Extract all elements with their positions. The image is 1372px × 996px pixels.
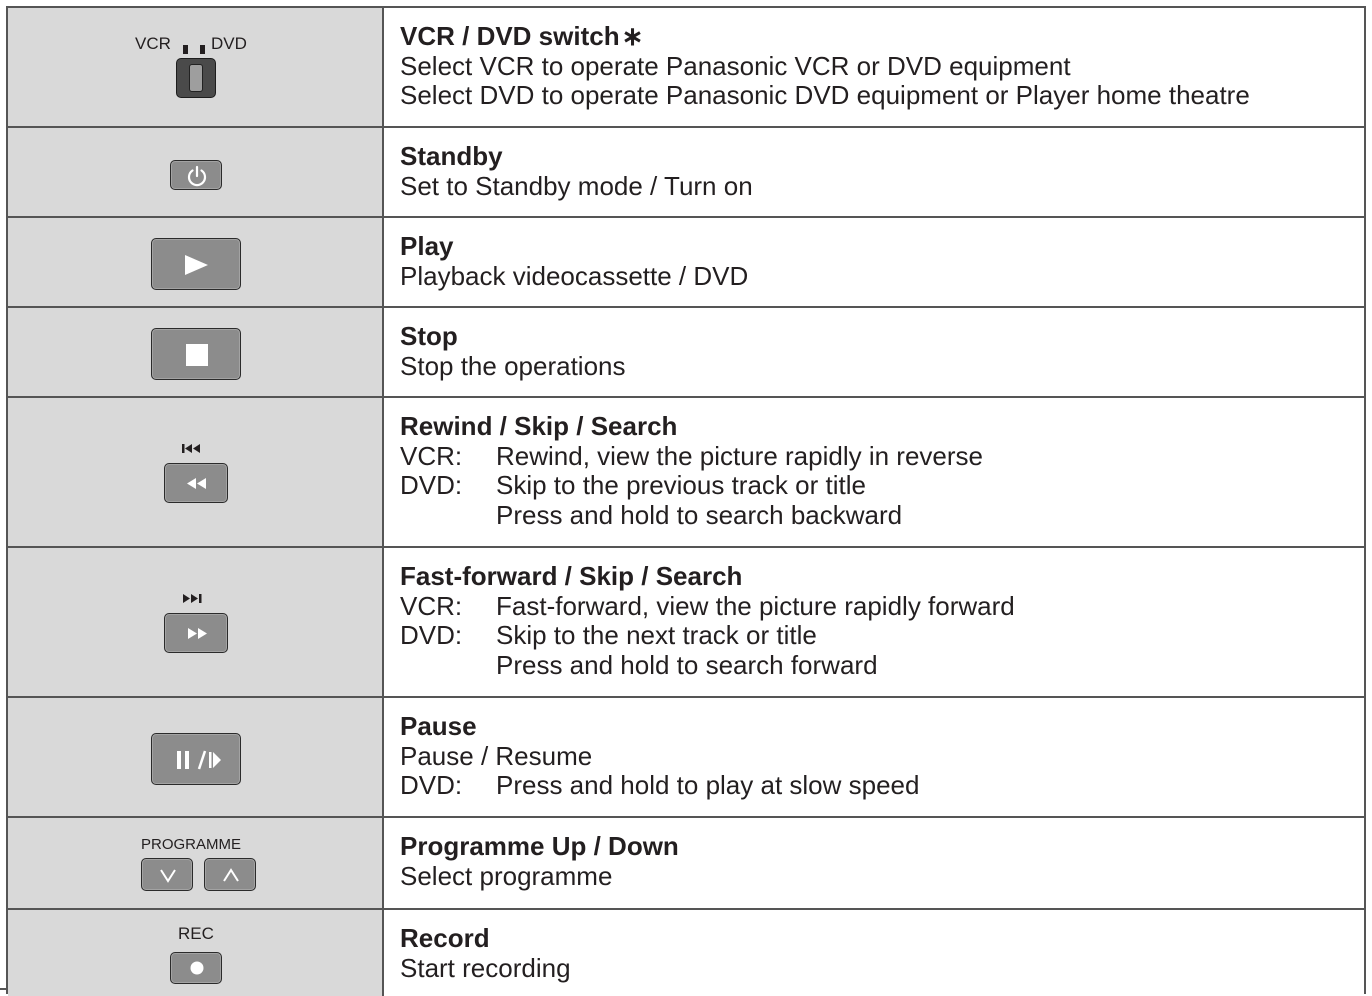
row-text: Press and hold to play at slow speed <box>496 770 920 800</box>
pause-button[interactable] <box>151 733 241 785</box>
row-title: Rewind / Skip / Search <box>400 411 678 441</box>
record-button[interactable] <box>170 952 222 984</box>
power-icon <box>187 165 207 187</box>
icon-cell: REC <box>8 910 384 996</box>
row-title: Stop <box>400 321 458 351</box>
row-text: Skip to the next track or title <box>496 620 817 650</box>
table-row: Fast-forward / Skip / Search VCR: Fast-fo… <box>8 548 1364 698</box>
asterisk-note-mark: ∗ <box>621 21 644 51</box>
row-text: Stop the operations <box>400 350 626 381</box>
vcr-dvd-switch[interactable] <box>176 58 216 98</box>
row-text: Start recording <box>400 952 571 983</box>
dvd-prefix: DVD: <box>400 620 463 650</box>
description-cell: Standby Set to Standby mode / Turn on <box>384 128 1364 216</box>
row-title: Fast-forward / Skip / Search <box>400 561 743 591</box>
row-title: Play <box>400 231 454 261</box>
skip-next-icon <box>183 594 202 603</box>
row-text: Fast-forward, view the picture rapidly f… <box>496 590 1015 621</box>
pause-slow-icon <box>177 750 221 770</box>
programme-caption: PROGRAMME <box>141 836 242 853</box>
icon-cell: PROGRAMME <box>8 818 384 908</box>
table-row: Pause Pause / Resume DVD: Press and hold … <box>8 698 1364 818</box>
description-cell: VCR / DVD switch∗ Select VCR to operate … <box>384 8 1364 126</box>
chevron-down-icon <box>160 869 176 883</box>
description-cell: Rewind / Skip / Search VCR: Rewind, view … <box>384 398 1364 546</box>
rec-caption: REC <box>178 924 214 943</box>
row-text: Select programme <box>400 860 613 891</box>
dvd-prefix: DVD: <box>400 770 463 800</box>
table-row: Standby Set to Standby mode / Turn on <box>8 128 1364 218</box>
icon-cell <box>8 128 384 216</box>
row-text: Rewind, view the picture rapidly in reve… <box>496 440 983 471</box>
stop-button[interactable] <box>151 328 241 380</box>
icon-cell <box>8 548 384 696</box>
row-title: Record <box>400 923 490 953</box>
switch-icon <box>189 64 203 92</box>
programme-down-button[interactable] <box>141 858 193 891</box>
description-cell: Programme Up / Down Select programme <box>384 818 1364 908</box>
rewind-icon <box>187 478 206 489</box>
play-icon <box>185 255 208 275</box>
row-text: Press and hold to search forward <box>496 649 878 680</box>
stop-icon <box>186 344 208 366</box>
programme-up-button[interactable] <box>204 858 256 891</box>
row-text: Playback videocassette / DVD <box>400 260 749 291</box>
remote-function-table: VCR DVD VCR / DVD switch∗ Select VCR to … <box>6 6 1366 996</box>
description-cell: Record Start recording <box>384 910 1364 996</box>
description-cell: Play Playback videocassette / DVD <box>384 218 1364 306</box>
table-row: PROGRAMME Programme Up / Down Select pro… <box>8 818 1364 910</box>
row-title: Programme Up / Down <box>400 831 679 861</box>
dvd-prefix: DVD: <box>400 470 463 500</box>
row-text: Press and hold to search backward <box>496 499 903 530</box>
page-edge-mark <box>0 988 8 990</box>
table-row: Stop Stop the operations <box>8 308 1364 398</box>
icon-cell: VCR DVD <box>8 8 384 126</box>
row-text: Select DVD to operate Panasonic DVD equi… <box>400 80 1250 110</box>
row-text: Select VCR to operate Panasonic VCR or D… <box>400 50 1071 81</box>
fast-forward-icon <box>188 628 207 639</box>
row-text: Set to Standby mode / Turn on <box>400 170 753 201</box>
row-title: Pause <box>400 711 477 741</box>
table-row: VCR DVD VCR / DVD switch∗ Select VCR to … <box>8 8 1364 128</box>
row-text: Skip to the previous track or title <box>496 470 866 500</box>
icon-cell <box>8 308 384 396</box>
row-text: Pause / Resume <box>400 740 593 771</box>
icon-cell <box>8 218 384 306</box>
table-row: Play Playback videocassette / DVD <box>8 218 1364 308</box>
record-icon <box>190 961 204 975</box>
standby-button[interactable] <box>170 160 222 190</box>
table-row: Rewind / Skip / Search VCR: Rewind, view … <box>8 398 1364 548</box>
vcr-label: VCR <box>135 34 171 53</box>
table-row: REC Record Start recording <box>8 910 1364 996</box>
vcr-prefix: VCR: <box>400 590 463 621</box>
row-title: VCR / DVD switch <box>400 21 620 51</box>
description-cell: Pause Pause / Resume DVD: Press and hold … <box>384 698 1364 816</box>
icon-cell <box>8 398 384 546</box>
switch-position-marks <box>181 45 207 55</box>
description-cell: Fast-forward / Skip / Search VCR: Fast-fo… <box>384 548 1364 696</box>
play-button[interactable] <box>151 238 241 290</box>
chevron-up-icon <box>223 868 239 882</box>
row-title: Standby <box>400 141 503 171</box>
fast-forward-button[interactable] <box>164 613 228 653</box>
dvd-label: DVD <box>211 34 247 53</box>
vcr-prefix: VCR: <box>400 440 463 471</box>
rewind-button[interactable] <box>164 463 228 503</box>
description-cell: Stop Stop the operations <box>384 308 1364 396</box>
icon-cell <box>8 698 384 816</box>
skip-previous-icon <box>182 444 200 453</box>
